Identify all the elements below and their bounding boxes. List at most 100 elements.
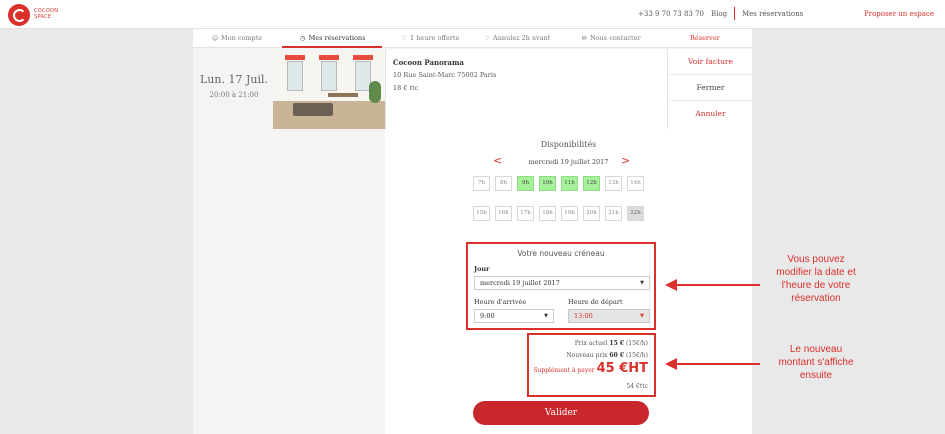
tab-cancel-policy[interactable]: ♡ Annulez 2h avant (483, 29, 563, 48)
space-address: 10 Rue Saint-Marc 75002 Paris (393, 71, 497, 79)
time-slot-10h[interactable]: 10h (539, 176, 556, 191)
time-slot-18h[interactable]: 18h (539, 206, 556, 221)
annotation-amount-line: Le nouveau (789, 344, 843, 355)
annotation-modify: Vous pouvez modifier la date et l'heure … (760, 253, 872, 305)
account-panel: ☺ Mon compte ◷ Mes réservations ♡ 1 heure o… (193, 29, 753, 434)
next-day-icon[interactable]: > (621, 154, 630, 167)
heart-icon: ♡ (401, 35, 407, 42)
current-price-line: Prix actuel 15 € (15€/h) (575, 340, 648, 347)
annotation-modify-line: modifier la date et (776, 267, 856, 278)
cocoon-logo-icon[interactable] (8, 4, 30, 26)
topbar-divider (734, 7, 735, 20)
chevron-down-icon: ▼ (640, 313, 644, 319)
propose-space-link[interactable]: Proposer un espace (864, 10, 934, 18)
account-nav: ☺ Mon compte ◷ Mes réservations ♡ 1 heure o… (193, 29, 752, 48)
arrival-select[interactable]: 9:00 ▼ (474, 309, 554, 323)
chevron-down-icon: ▼ (544, 313, 548, 319)
photo-table (328, 93, 358, 97)
departure-select-value: 13:00 (574, 312, 593, 320)
photo-blind (353, 55, 373, 60)
space-info: Cocoon Panorama 10 Rue Saint-Marc 75002 … (385, 49, 667, 129)
photo-blind (319, 55, 339, 60)
photo-window (321, 61, 337, 91)
tab-reservations-label: Mes réservations (308, 34, 366, 42)
envelope-icon: ✉ (581, 35, 587, 42)
annotation-amount-line: montant s'affiche (778, 357, 854, 368)
tab-account-label: Mon compte (221, 34, 263, 42)
time-slot-20h[interactable]: 20h (583, 206, 600, 221)
new-price-line: Nouveau prix 60 € (15€/h) (566, 352, 648, 359)
clock-icon: ◷ (299, 35, 306, 42)
annotation-amount-line: ensuite (799, 370, 833, 381)
tab-contact[interactable]: ✉ Nous contacter (580, 29, 660, 48)
tab-contact-label: Nous contacter (590, 34, 641, 42)
time-slot-8h[interactable]: 8h (495, 176, 512, 191)
new-price-value: 60 € (609, 352, 625, 359)
space-photo (273, 51, 385, 129)
booking-date: Lun. 17 Juil. (200, 73, 268, 86)
my-reservations-link[interactable]: Mes réservations (742, 10, 803, 18)
tab-cancel-label: Annulez 2h avant (493, 34, 551, 42)
photo-blind (285, 55, 305, 60)
time-slot-9h[interactable]: 9h (517, 176, 534, 191)
current-price-rate: (15€/h) (625, 340, 648, 347)
ttc-price: 54 €ttc (626, 383, 648, 390)
new-price-rate: (15€/h) (625, 352, 648, 359)
time-slot-15h[interactable]: 15h (473, 206, 490, 221)
time-slot-16h[interactable]: 16h (495, 206, 512, 221)
supplement-label: Supplément à payer (533, 367, 595, 374)
time-slot-13h[interactable]: 13h (605, 176, 622, 191)
new-price-label: Nouveau prix (566, 352, 608, 359)
arrival-select-value: 9:00 (480, 312, 495, 320)
cancel-booking-button[interactable]: Annuler (668, 101, 753, 127)
current-price-label: Prix actuel (574, 340, 608, 347)
new-slot-box: Votre nouveau créneau Jour mercredi 19 j… (466, 242, 656, 330)
time-slot-7h[interactable]: 7h (473, 176, 490, 191)
tab-reserve[interactable]: Réserver (690, 29, 740, 48)
departure-label: Heure de départ (568, 298, 623, 306)
time-slot-14h[interactable]: 14h (627, 176, 644, 191)
day-select[interactable]: mercredi 19 juillet 2017 ▼ (474, 276, 650, 290)
booking-actions: Voir facture Fermer Annuler (667, 49, 753, 129)
tab-free-hour[interactable]: ♡ 1 heure offerte (400, 29, 480, 48)
view-invoice-button[interactable]: Voir facture (668, 49, 753, 75)
phone-number[interactable]: +33 9 70 73 83 70 (638, 10, 704, 18)
annotation-modify-line: Vous pouvez (787, 254, 845, 265)
departure-select[interactable]: 13:00 ▼ (568, 309, 650, 323)
time-slot-22h: 22h (627, 206, 644, 221)
chevron-down-icon: ▼ (640, 280, 644, 286)
space-price: 18 € ttc (393, 84, 419, 92)
logo-line2: SPACE (34, 14, 52, 20)
current-price-value: 15 € (609, 340, 625, 347)
validate-button[interactable]: Valider (473, 401, 649, 425)
time-slot-17h[interactable]: 17h (517, 206, 534, 221)
price-summary-box: Prix actuel 15 € (15€/h) Nouveau prix 60… (527, 333, 656, 397)
space-name: Cocoon Panorama (393, 58, 464, 67)
arrival-label: Heure d'arrivée (474, 298, 527, 306)
logo-text[interactable]: COCOON SPACE (34, 8, 58, 20)
supplement-value: 45 €HT (596, 361, 648, 376)
photo-sofa (293, 103, 333, 116)
photo-plant (369, 81, 381, 103)
booking-row: Lun. 17 Juil. 20:00 à 21:00 Cocoon Panor… (193, 49, 753, 129)
time-slot-12h[interactable]: 12h (583, 176, 600, 191)
new-slot-title: Votre nouveau créneau (517, 249, 605, 258)
tab-free-hour-label: 1 heure offerte (410, 34, 460, 42)
blog-link[interactable]: Blog (711, 10, 727, 18)
close-button[interactable]: Fermer (668, 75, 753, 101)
top-bar: COCOON SPACE +33 9 70 73 83 70 Blog Mes … (0, 0, 945, 29)
annotation-modify-line: l'heure de votre (781, 280, 851, 291)
annotation-modify-line: réservation (791, 293, 841, 304)
time-slot-19h[interactable]: 19h (561, 206, 578, 221)
tab-account[interactable]: ☺ Mon compte (211, 29, 281, 48)
time-slot-21h[interactable]: 21h (605, 206, 622, 221)
availability-date: mercredi 19 juillet 2017 (528, 158, 609, 166)
tab-reservations[interactable]: ◷ Mes réservations (282, 29, 382, 48)
supplement-line: Supplément à payer 45 €HT (533, 361, 648, 376)
time-slot-11h[interactable]: 11h (561, 176, 578, 191)
availability-title: Disponibilités (540, 140, 597, 149)
annotation-amount: Le nouveau montant s'affiche ensuite (760, 343, 872, 382)
heart-outline-icon: ♡ (484, 35, 490, 42)
day-select-value: mercredi 19 juillet 2017 (480, 279, 560, 287)
annotation-arrow-line (675, 284, 760, 286)
